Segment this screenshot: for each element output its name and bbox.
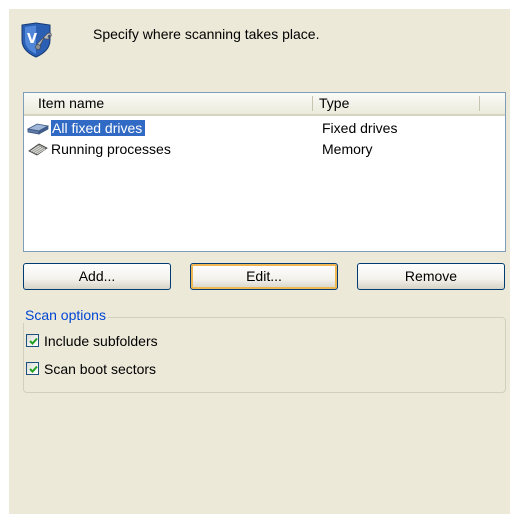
scan-boot-sectors-label[interactable]: Scan boot sectors (44, 360, 156, 378)
include-subfolders-label[interactable]: Include subfolders (44, 332, 158, 350)
shield-wrench-icon: V (21, 22, 52, 58)
row-type: Memory (322, 141, 373, 157)
checkmark-icon (29, 365, 38, 373)
include-subfolders-checkbox[interactable] (26, 334, 39, 347)
column-header-item-name[interactable]: Item name (38, 93, 104, 114)
column-divider[interactable] (312, 96, 313, 111)
memory-chip-icon (28, 143, 48, 156)
list-row-all-fixed-drives[interactable]: All fixed drives Fixed drives (24, 118, 505, 138)
list-row-running-processes[interactable]: Running processes Memory (24, 139, 505, 159)
scan-locations-list[interactable]: Item name Type All fixed drives Fixed dr… (23, 92, 506, 252)
remove-button[interactable]: Remove (357, 263, 505, 290)
row-name: Running processes (51, 141, 171, 157)
scan-boot-sectors-checkbox[interactable] (26, 362, 39, 375)
svg-text:V: V (27, 32, 37, 47)
edit-button[interactable]: Edit... (190, 263, 338, 290)
checkmark-icon (29, 337, 38, 345)
page-description: Specify where scanning takes place. (93, 26, 320, 42)
row-type: Fixed drives (322, 120, 398, 136)
row-name: All fixed drives (51, 120, 146, 136)
column-header-type[interactable]: Type (319, 93, 349, 114)
scan-options-group (23, 317, 506, 393)
scan-scope-panel: V Specify where scanning takes place. It… (9, 9, 510, 514)
column-divider[interactable] (479, 96, 480, 111)
list-header: Item name Type (24, 93, 505, 116)
scan-options-title: Scan options (23, 307, 108, 323)
add-button[interactable]: Add... (23, 263, 171, 290)
hard-drive-icon (27, 123, 49, 135)
